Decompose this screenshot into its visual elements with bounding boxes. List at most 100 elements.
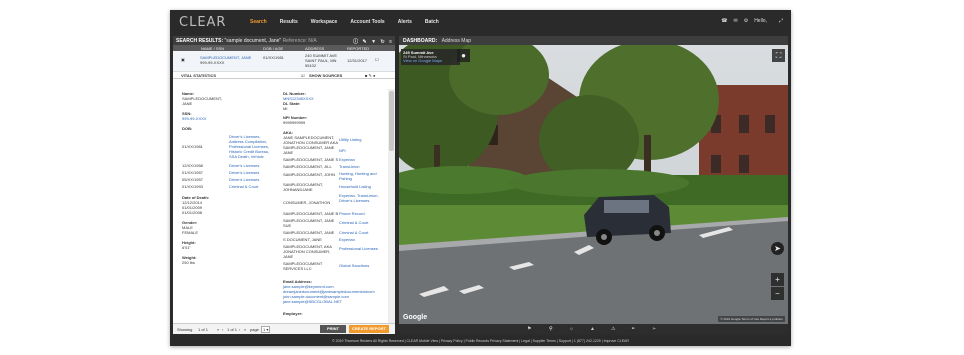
search-results-title: SEARCH RESULTS:: [176, 38, 224, 44]
last-page-icon[interactable]: »: [244, 327, 246, 332]
show-sources-label[interactable]: SHOW SOURCES: [309, 73, 342, 78]
page-select[interactable]: 1 ▾: [261, 326, 271, 333]
fullscreen-icon[interactable]: ⛶: [772, 49, 785, 62]
dob-date-2: 12/XX/1958: [182, 163, 203, 168]
dashboard-toolbar: ⚑ ⚲ ☼ ▲ ⚠ ⚭ ➢: [399, 324, 788, 334]
aka-name-12c: JANE: [283, 254, 294, 259]
search-results-header: SEARCH RESULTS: "sample document, Jane" …: [173, 36, 395, 45]
aka-name-9b: SUE: [283, 223, 292, 228]
next-page-icon[interactable]: ›: [239, 327, 240, 332]
tab-vital-statistics[interactable]: VITAL STATISTICS: [181, 73, 216, 78]
checkbox-icon[interactable]: ☐: [375, 57, 379, 62]
warning-icon[interactable]: ⚠: [611, 326, 615, 332]
table-row[interactable]: ▣ SAMPLEDOCUMENT, JANE 999-99-XXXX 01/XX…: [173, 51, 395, 72]
result-ssn: 999-99-XXXX: [200, 60, 225, 65]
collapse-icon[interactable]: ⤢: [779, 18, 783, 24]
nav-search[interactable]: Search: [250, 19, 267, 25]
aka-source-3[interactable]: Experian: [339, 157, 355, 162]
show-sources-checkbox[interactable]: ☑: [301, 73, 305, 78]
zoom-out-icon[interactable]: −: [771, 287, 784, 300]
flag-icon[interactable]: ⚑: [527, 326, 531, 332]
aka-name-11: S DOCUMENT, JANE: [283, 237, 322, 242]
aka-source-12[interactable]: Professional Licenses: [339, 246, 379, 251]
employer-label: Employer:: [283, 311, 303, 316]
dob-date-3: 01/XX/1957: [182, 170, 203, 175]
view-on-google-maps-link[interactable]: View on Google Maps: [403, 59, 458, 63]
death-value-3: 01/01/2008: [182, 210, 203, 215]
aka-source-11[interactable]: Experian: [339, 237, 355, 242]
aka-name-5: SAMPLEDOCUMENT, JOHN: [283, 172, 336, 177]
scrollbar-thumb[interactable]: [389, 91, 394, 151]
expand-icon[interactable]: ▣: [181, 57, 185, 62]
name-value-line2: JANE: [182, 101, 193, 106]
page-footer: © 2019 Thomson Reuters All Rights Reserv…: [170, 336, 791, 346]
gender-value-2: FEMALE: [182, 230, 199, 235]
dob-source-1e[interactable]: SSA Death, Vehicle: [229, 154, 264, 159]
page-label: page: [250, 327, 259, 332]
search-query: "sample document, Jane": [224, 38, 282, 44]
dashboard-title: DASHBOARD:: [403, 38, 438, 44]
ssn-value[interactable]: 999-99-XXXX: [182, 116, 206, 121]
aka-source-4[interactable]: TransUnion: [339, 164, 360, 169]
street-view-image: [399, 45, 788, 324]
globe-icon[interactable]: ☼: [569, 326, 574, 332]
aka-source-9[interactable]: Criminal & Court: [339, 220, 368, 225]
dob-source-4[interactable]: Driver's Licenses: [229, 177, 259, 182]
weight-value: 250 lbs: [182, 260, 195, 265]
aka-source-8[interactable]: Phone Record: [339, 211, 365, 216]
dashboard-panel: DASHBOARD: Address Map 245 Summit Ave St…: [399, 36, 788, 334]
link-icon[interactable]: ⚭: [631, 326, 635, 332]
aka-source-7[interactable]: Experian, TransUnion, Driver's Licenses: [339, 193, 387, 203]
aka-source-1[interactable]: Utility Listing: [339, 137, 361, 142]
pointer-icon[interactable]: ➢: [652, 326, 656, 332]
aka-name-2b: JANE: [283, 150, 294, 155]
zoom-in-icon[interactable]: +: [771, 273, 784, 286]
mail-icon[interactable]: ✉: [734, 18, 738, 24]
aka-source-13[interactable]: Global Sanctions: [339, 263, 369, 268]
map-pin-icon[interactable]: ●: [457, 49, 470, 62]
top-right-icons: ☎ ✉ ⚙ Hello, ⤢: [715, 18, 783, 24]
map-attribution[interactable]: © 2019 Google Terms of Use Report a prob…: [718, 316, 785, 322]
detail-scrollbar[interactable]: [388, 89, 395, 323]
search-results-panel: SEARCH RESULTS: "sample document, Jane" …: [173, 36, 395, 334]
user-greeting[interactable]: Hello,: [754, 18, 767, 24]
aka-name-13b: SERVICES LLC: [283, 266, 312, 271]
google-logo: Google: [403, 314, 428, 321]
nav-account-tools[interactable]: Account Tools: [350, 19, 384, 25]
pin-icon[interactable]: ⚲: [549, 326, 553, 332]
nav-batch[interactable]: Batch: [425, 19, 439, 25]
compass-icon[interactable]: ➤: [771, 242, 784, 255]
vital-statistics-detail: Name: SAMPLEDOCUMENT, JANE SSN: 999-99-X…: [173, 89, 387, 323]
detail-tools-icon[interactable]: ■ ✎ ●: [365, 73, 375, 78]
first-page-icon[interactable]: «: [217, 327, 219, 332]
aka-name-3: SAMPLEDOCUMENT, JANE S: [283, 157, 339, 162]
result-dob: 01/XX/1981: [263, 55, 284, 60]
gear-icon[interactable]: ⚙: [744, 18, 748, 24]
prev-page-icon[interactable]: ‹: [222, 327, 223, 332]
phone-icon[interactable]: ☎: [721, 18, 727, 24]
dob-source-5[interactable]: Criminal & Court: [229, 184, 258, 189]
nav-alerts[interactable]: Alerts: [398, 19, 412, 25]
nav-workspace[interactable]: Workspace: [311, 19, 338, 25]
dl-state-value: MI: [283, 106, 288, 111]
aka-source-5[interactable]: Hunting, Hunting and Fishing: [339, 171, 387, 181]
dob-source-3[interactable]: Driver's Licenses: [229, 170, 259, 175]
detail-subtabs: VITAL STATISTICS ☑ SHOW SOURCES ■ ✎ ●: [173, 72, 395, 79]
tree-icon[interactable]: ▲: [590, 326, 595, 332]
aka-name-7: CONSUMER, JONATHON: [283, 200, 331, 205]
dashboard-subtitle: Address Map: [441, 38, 472, 44]
aka-source-2[interactable]: NPI: [339, 148, 346, 153]
street-view-map[interactable]: 245 Summit Ave St Paul, Minnesota View o…: [399, 45, 788, 324]
email-4[interactable]: jane.sample@SBCGLOBAL.NET: [283, 299, 342, 304]
clear-logo[interactable]: CLEAR: [179, 15, 226, 30]
print-button[interactable]: PRINT: [320, 325, 346, 333]
dob-source-2[interactable]: Driver's Licenses: [229, 163, 259, 168]
result-reported: 12/31/2017: [347, 58, 368, 63]
pager-nav-text: 1 of 1: [227, 327, 238, 332]
nav-results[interactable]: Results: [280, 19, 298, 25]
aka-source-6[interactable]: Household Listing: [339, 184, 371, 189]
aka-source-10[interactable]: Criminal & Court: [339, 230, 368, 235]
dob-label: DOB:: [182, 126, 193, 131]
create-report-button[interactable]: CREATE REPORT: [349, 325, 389, 333]
aka-name-10: SAMPLEDOCUMENT, JANE: [283, 230, 335, 235]
